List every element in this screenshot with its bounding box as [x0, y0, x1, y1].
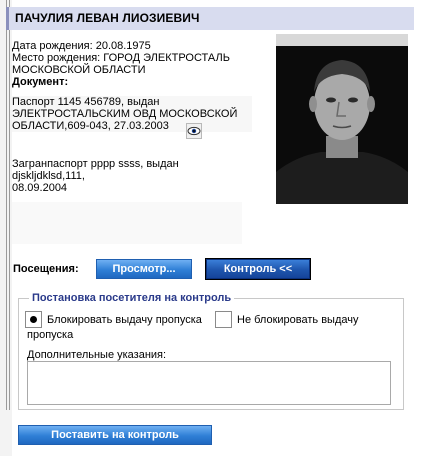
- foreign-passport-info: Загранпаспорт pppp ssss, выдан djsklјdkl…: [12, 158, 252, 194]
- frame-divider: [9, 0, 10, 410]
- portrait-image: [276, 34, 408, 204]
- passport-line2: ЭЛЕКТРОСТАЛЬСКИМ ОВД МОСКОВСКОЙ: [12, 108, 238, 120]
- document-label: Документ:: [12, 76, 69, 88]
- view-document-button[interactable]: [186, 123, 202, 139]
- frame-divider: [6, 0, 7, 410]
- passport-line1: Паспорт 1145 456789, выдан: [12, 96, 160, 108]
- person-photo: [276, 34, 408, 204]
- radio-no-block-label[interactable]: Не блокировать выдачу: [237, 314, 397, 327]
- empty-info-area: [12, 202, 242, 244]
- birth-place-line2: МОСКОВСКОЙ ОБЛАСТИ: [12, 64, 146, 76]
- birth-date: Дата рождения: 20.08.1975: [12, 40, 151, 52]
- visits-label: Посещения:: [13, 263, 79, 275]
- left-frame: [0, 0, 12, 456]
- person-header: ПАЧУЛИЯ ЛЕВАН ЛИОЗИЕВИЧ: [6, 7, 414, 30]
- view-visits-button[interactable]: Просмотр...: [96, 259, 192, 279]
- control-legend: Постановка посетителя на контроль: [29, 292, 235, 304]
- extra-instructions-label: Дополнительные указания:: [27, 349, 167, 361]
- foreign-passport-line2: 08.09.2004: [12, 182, 68, 194]
- person-name: ПАЧУЛИЯ ЛЕВАН ЛИОЗИЕВИЧ: [15, 11, 200, 25]
- control-button[interactable]: Контроль <<: [205, 258, 311, 280]
- passport-line3: ОБЛАСТИ,609-043, 27.03.2003: [12, 120, 169, 132]
- extra-instructions-textarea[interactable]: [27, 361, 391, 405]
- submit-control-button[interactable]: Поставить на контроль: [18, 425, 212, 445]
- passport-info: Паспорт 1145 456789, выдан ЭЛЕКТРОСТАЛЬС…: [12, 96, 252, 132]
- birth-place-line1: Место рождения: ГОРОД ЭЛЕКТРОСТАЛЬ: [12, 52, 230, 64]
- foreign-passport-line1: Загранпаспорт pppp ssss, выдан djsklјdkl…: [12, 158, 179, 182]
- eye-icon: [187, 126, 201, 136]
- control-fieldset: Постановка посетителя на контроль Блокир…: [18, 292, 404, 410]
- person-info: Дата рождения: 20.08.1975 Место рождения…: [12, 40, 257, 88]
- radio-no-block-label-wrap[interactable]: пропуска: [27, 329, 73, 342]
- radio-block[interactable]: [25, 311, 42, 328]
- radio-block-label[interactable]: Блокировать выдачу пропуска: [47, 314, 202, 327]
- radio-no-block[interactable]: [215, 311, 232, 328]
